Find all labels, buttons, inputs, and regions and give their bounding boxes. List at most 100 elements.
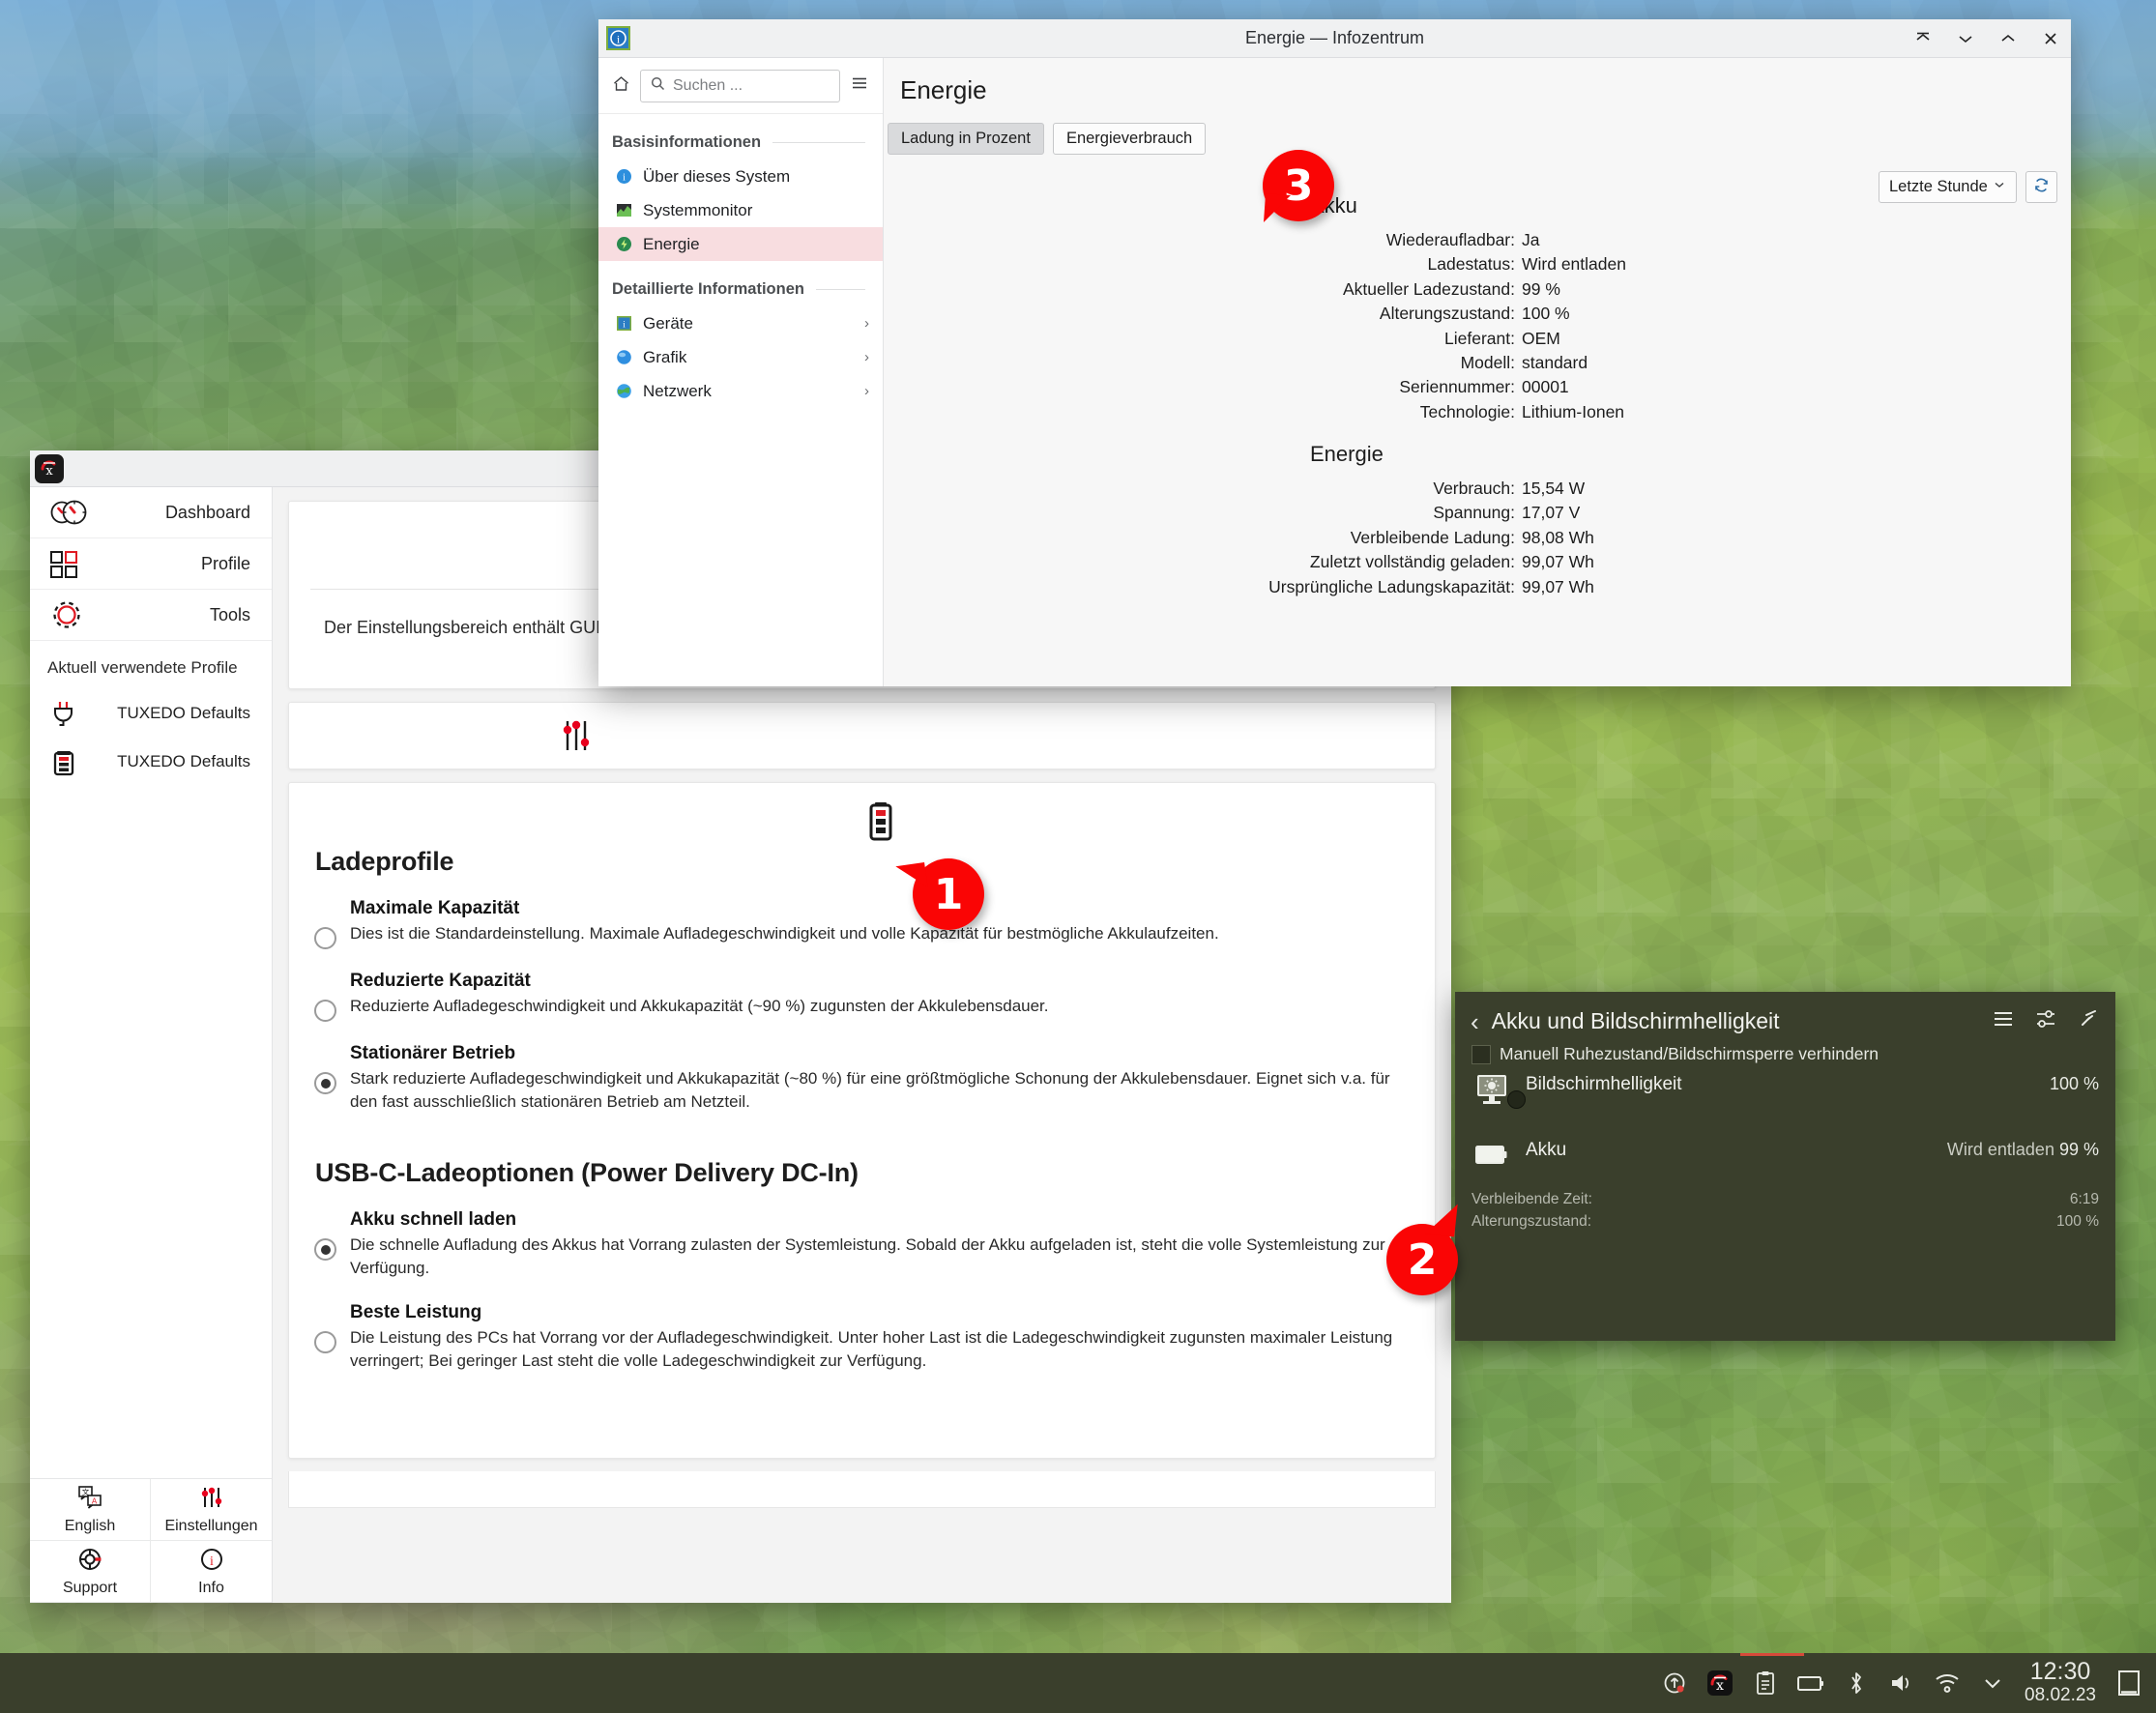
sidebar-item-tools[interactable]: Tools: [30, 590, 272, 641]
home-icon[interactable]: [612, 74, 630, 98]
sidebar-item-energie[interactable]: Energie: [598, 227, 883, 261]
clipboard-icon[interactable]: [1742, 1653, 1788, 1713]
detail-key: Alterungszustand:: [1471, 1213, 1592, 1231]
info-value: 99,07 Wh: [1522, 552, 1594, 572]
sidebar-item-grafik[interactable]: Grafik ›: [598, 340, 883, 374]
profile-item-battery[interactable]: TUXEDO Defaults: [30, 738, 272, 786]
group-title: Detaillierte Informationen: [612, 280, 804, 298]
usbc-heading: USB-C-Ladeoptionen (Power Delivery DC-In…: [315, 1158, 859, 1188]
info-button[interactable]: i Info: [151, 1541, 272, 1603]
charge-option-row[interactable]: Maximale Kapazität Dies ist die Standard…: [289, 877, 1435, 949]
info-key: Zuletzt vollständig geladen:: [1309, 552, 1515, 572]
keep-above-icon[interactable]: [1912, 28, 1934, 49]
radio-reduzierte-kapazitaet[interactable]: [314, 1000, 336, 1022]
sidebar-item-label: Systemmonitor: [643, 200, 753, 219]
updates-icon[interactable]: [1651, 1653, 1697, 1713]
info-row: Technologie: Lithium-Ionen: [884, 400, 2071, 424]
settings-sliders-icon[interactable]: [2034, 1007, 2057, 1035]
sidebar-item-profile[interactable]: Profile: [30, 538, 272, 590]
search-placeholder: Suchen ...: [673, 76, 743, 94]
charge-settings-card: Ladeprofile Maximale Kapazität Dies ist …: [288, 782, 1436, 1459]
info-key: Modell:: [1460, 352, 1515, 372]
radio-maximale-kapazitaet[interactable]: [314, 927, 336, 949]
svg-text:x: x: [45, 464, 53, 479]
tuxedo-tray-icon[interactable]: x: [1697, 1653, 1742, 1713]
tuxedo-sidebar: Dashboard Profile Tools Aktuell verwende…: [30, 487, 273, 1603]
info-key: Verbleibende Ladung:: [1350, 527, 1515, 547]
show-desktop-icon[interactable]: [2110, 1653, 2148, 1713]
profile-item-ac[interactable]: TUXEDO Defaults: [30, 689, 272, 738]
info-row: Spannung: 17,07 V: [884, 501, 2071, 525]
settings-button-label: Einstellungen: [164, 1517, 258, 1534]
translate-icon: 文 A: [75, 1485, 104, 1515]
lifebuoy-icon: [75, 1547, 104, 1577]
search-input[interactable]: Suchen ...: [640, 69, 840, 102]
callout-number: 2: [1407, 1234, 1438, 1285]
settings-button[interactable]: Einstellungen: [151, 1479, 272, 1541]
info-row: Zuletzt vollständig geladen: 99,07 Wh: [884, 550, 2071, 574]
volume-icon[interactable]: [1879, 1653, 1924, 1713]
infozentrum-content: Energie Ladung in Prozent Energieverbrau…: [884, 58, 2071, 686]
close-icon[interactable]: [2040, 28, 2061, 49]
maximize-icon[interactable]: [1997, 28, 2019, 49]
range-select[interactable]: Letzte Stunde: [1879, 171, 2017, 203]
info-value: 17,07 V: [1522, 503, 1581, 523]
devices-icon: i: [616, 315, 632, 332]
option-title: Reduzierte Kapazität: [350, 971, 531, 991]
radio-beste-leistung[interactable]: [314, 1330, 336, 1353]
option-description: Die schnelle Aufladung des Akkus hat Vor…: [350, 1235, 1385, 1278]
sidebar-item-label: Über dieses System: [643, 166, 791, 186]
tab-bar: Ladung in Prozent Energieverbrauch: [884, 105, 2071, 155]
prevent-sleep-checkbox[interactable]: [1471, 1044, 1491, 1064]
bluetooth-icon[interactable]: [1833, 1653, 1879, 1713]
info-value: OEM: [1522, 328, 1560, 348]
callout-tail: [895, 862, 928, 891]
gauge-icon: [47, 497, 90, 528]
refresh-icon: [2032, 176, 2051, 199]
sidebar-item-ueber-dieses-system[interactable]: i Über dieses System: [598, 160, 883, 193]
clock[interactable]: 12:30 08.02.23: [2015, 1660, 2110, 1705]
info-value: 99 %: [1522, 278, 1560, 299]
radio-stationaerer-betrieb[interactable]: [314, 1072, 336, 1094]
support-button[interactable]: Support: [30, 1541, 151, 1603]
infozentrum-window: i Energie — Infozentrum Suchen ... Basis…: [598, 19, 2071, 686]
hamburger-menu-icon[interactable]: [1992, 1007, 2015, 1035]
ladeprofile-heading: Ladeprofile: [315, 847, 454, 876]
sidebar-item-geraete[interactable]: i Geräte ›: [598, 306, 883, 340]
infozentrum-titlebar: i Energie — Infozentrum: [598, 19, 2071, 58]
pin-icon[interactable]: [2077, 1007, 2100, 1035]
slider-card: [288, 702, 1436, 769]
group-title: Basisinformationen: [612, 133, 762, 151]
charge-option-row[interactable]: Stationärer Betrieb Stark reduzierte Auf…: [289, 1022, 1435, 1114]
chevron-left-icon[interactable]: ‹: [1471, 1009, 1479, 1034]
info-row: Ladestatus: Wird entladen: [884, 252, 2071, 276]
radio-akku-schnell-laden[interactable]: [314, 1238, 336, 1262]
sidebar-item-dashboard[interactable]: Dashboard: [30, 487, 272, 538]
tab-ladung-in-prozent[interactable]: Ladung in Prozent: [888, 123, 1044, 155]
language-button[interactable]: 文 A English: [30, 1479, 151, 1541]
slider-knob[interactable]: [1507, 1090, 1526, 1109]
info-value: 98,08 Wh: [1522, 527, 1594, 547]
sidebar-item-netzwerk[interactable]: Netzwerk ›: [598, 374, 883, 408]
option-title: Maximale Kapazität: [350, 898, 520, 918]
sidebar-item-systemmonitor[interactable]: Systemmonitor: [598, 193, 883, 227]
infozentrum-body: Suchen ... Basisinformationen i Über die…: [598, 58, 2071, 686]
detail-row: Alterungszustand: 100 %: [1471, 1210, 2099, 1233]
info-value: 00001: [1522, 377, 1569, 397]
minimize-icon[interactable]: [1955, 28, 1976, 49]
refresh-button[interactable]: [2025, 171, 2057, 203]
info-key: Spannung:: [1433, 503, 1515, 523]
charge-option-row[interactable]: Reduzierte Kapazität Reduzierte Aufladeg…: [289, 949, 1435, 1022]
info-value: Ja: [1522, 230, 1540, 249]
tab-energieverbrauch[interactable]: Energieverbrauch: [1052, 123, 1207, 155]
brightness-label: Bildschirmhelligkeit: [1526, 1074, 1682, 1094]
usbc-option-row[interactable]: Beste Leistung Die Leistung des PCs hat …: [289, 1281, 1435, 1373]
wifi-icon[interactable]: [1924, 1653, 1969, 1713]
sidebar-item-label: Geräte: [643, 313, 693, 333]
tray-expand-icon[interactable]: [1969, 1653, 2015, 1713]
usbc-option-row[interactable]: Akku schnell laden Die schnelle Aufladun…: [289, 1188, 1435, 1280]
prevent-sleep-row[interactable]: Manuell Ruhezustand/Bildschirmsperre ver…: [1455, 1035, 2115, 1064]
battery-tray-icon[interactable]: [1788, 1653, 1833, 1713]
hamburger-menu-icon[interactable]: [850, 73, 869, 98]
